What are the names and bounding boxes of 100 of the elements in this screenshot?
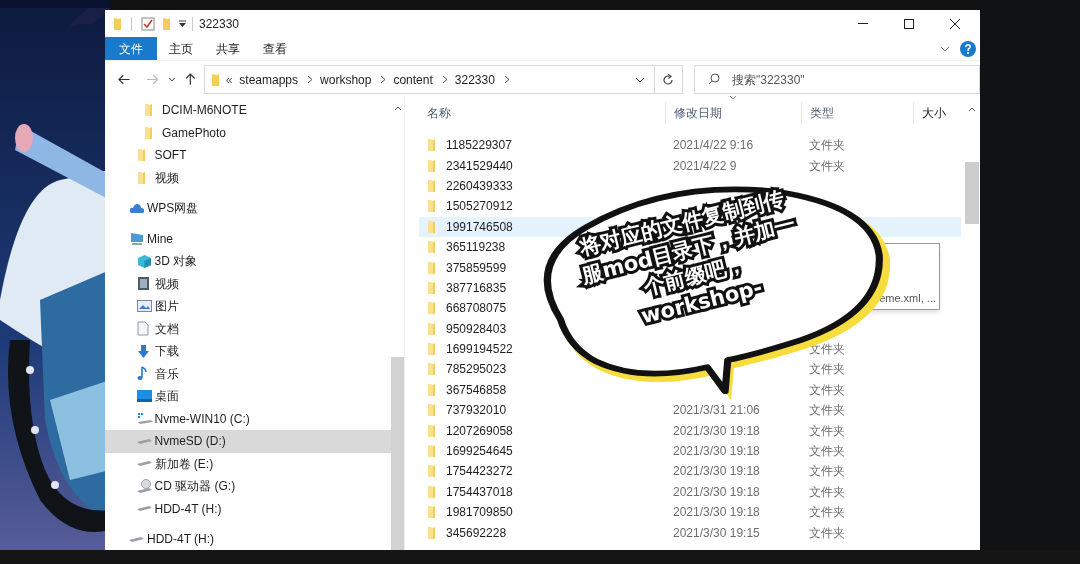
file-name[interactable]: 1505270912 bbox=[446, 197, 513, 216]
nav-label: 3D 对象 bbox=[154, 253, 198, 271]
file-name[interactable]: 737932010 bbox=[446, 401, 507, 420]
modified-date: 2021/4/22 9:16 bbox=[673, 138, 754, 153]
nav-item[interactable]: DCIM-M6NOTE bbox=[105, 99, 391, 122]
ribbon-tab[interactable]: 查看 bbox=[251, 37, 298, 60]
file-name[interactable]: 365119238 bbox=[446, 238, 506, 257]
file-name[interactable]: 375859599 bbox=[446, 258, 507, 277]
file-name[interactable]: 2341529440 bbox=[446, 156, 513, 175]
file-name[interactable]: 1185229307 bbox=[446, 136, 512, 155]
column-header[interactable]: 修改日期 bbox=[674, 104, 722, 122]
folder-icon bbox=[427, 240, 436, 255]
file-type: 文件夹 bbox=[809, 403, 845, 418]
nav-item[interactable]: 文档 bbox=[105, 317, 391, 340]
nav-item[interactable]: 桌面 bbox=[105, 385, 391, 408]
nav-item[interactable]: 视频 bbox=[105, 272, 391, 295]
breadcrumb[interactable]: steamapps bbox=[239, 70, 299, 89]
maximize-icon bbox=[904, 18, 914, 29]
ribbon-tab[interactable]: 文件 bbox=[105, 37, 157, 60]
nav-item[interactable]: Mine bbox=[105, 227, 391, 250]
nav-label: CD 驱动器 (G:) bbox=[154, 478, 236, 496]
scrollbar-thumb[interactable] bbox=[965, 162, 979, 224]
ribbon-tab[interactable]: 共享 bbox=[204, 37, 251, 60]
cloud-icon bbox=[129, 202, 145, 214]
breadcrumb[interactable]: 322330 bbox=[454, 70, 495, 89]
folder-icon bbox=[427, 464, 436, 479]
file-type: 文件夹 bbox=[809, 158, 845, 173]
help-icon[interactable] bbox=[960, 40, 976, 57]
nav-item[interactable]: WPS网盘 bbox=[105, 197, 391, 220]
nav-item[interactable]: 音乐 bbox=[105, 362, 391, 385]
file-name[interactable]: 387716835 bbox=[446, 278, 507, 297]
file-name[interactable]: 367546858 bbox=[446, 380, 507, 399]
column-header[interactable]: 大小 bbox=[922, 104, 946, 122]
nav-item[interactable]: Nvme-WIN10 (C:) bbox=[105, 407, 391, 430]
back-arrow-icon[interactable] bbox=[118, 74, 131, 85]
file-name[interactable]: 785295023 bbox=[446, 360, 507, 379]
file-name[interactable]: 1207269058 bbox=[446, 421, 513, 440]
file-name[interactable]: 1754437018 bbox=[446, 482, 513, 501]
file-type: 文件夹 bbox=[809, 342, 845, 357]
nav-label: 视频 bbox=[154, 169, 179, 187]
breadcrumb[interactable]: workshop bbox=[320, 70, 372, 89]
chevron-right-icon bbox=[441, 75, 448, 84]
nav-item[interactable]: CD 驱动器 (G:) bbox=[105, 475, 391, 498]
up-arrow-icon[interactable] bbox=[185, 73, 196, 86]
ribbon-tab[interactable]: 主页 bbox=[157, 37, 204, 60]
file-name[interactable]: 1981709850 bbox=[446, 503, 513, 522]
address-bar[interactable]: « steamapps workshop content 322330 bbox=[203, 65, 655, 94]
nav-item[interactable]: 图片 bbox=[105, 295, 391, 318]
refresh-button[interactable] bbox=[654, 65, 683, 94]
tooltip-text: eme.xml, ... bbox=[879, 290, 936, 306]
file-type: 文件夹 bbox=[809, 505, 845, 520]
file-name[interactable]: 668708075 bbox=[446, 299, 507, 318]
nav-item[interactable]: 视频 bbox=[105, 166, 391, 189]
chevron-up-icon[interactable] bbox=[393, 106, 402, 111]
file-name[interactable]: 2260439333 bbox=[446, 176, 513, 195]
breadcrumb[interactable]: content bbox=[393, 70, 433, 89]
column-header[interactable]: 类型 bbox=[810, 104, 834, 122]
file-name[interactable]: 1991746508 bbox=[446, 217, 513, 236]
nav-label: SOFT bbox=[154, 147, 187, 165]
nav-item[interactable]: SOFT bbox=[105, 144, 391, 167]
dropdown-arrow-icon[interactable] bbox=[179, 19, 186, 28]
file-name[interactable]: 1699254645 bbox=[446, 442, 513, 461]
folder-icon bbox=[144, 103, 153, 118]
nav-item[interactable]: 下载 bbox=[105, 340, 391, 363]
search-field[interactable]: 搜索"322330" bbox=[694, 65, 980, 94]
nav-label: Mine bbox=[147, 230, 173, 248]
modified-date: 2021/3/30 19:18 bbox=[673, 484, 760, 499]
drive-icon bbox=[136, 412, 154, 426]
folder-icon bbox=[427, 280, 436, 295]
nav-item[interactable]: 3D 对象 bbox=[105, 250, 391, 273]
chevron-down-icon[interactable] bbox=[634, 76, 645, 83]
chevron-down-icon[interactable] bbox=[168, 77, 176, 82]
refresh-icon bbox=[662, 73, 675, 86]
picture-icon bbox=[136, 300, 152, 313]
nav-item[interactable]: HDD-4T (H:) bbox=[105, 497, 391, 520]
music-note-icon bbox=[136, 366, 148, 382]
column-header[interactable]: 名称 bbox=[427, 104, 451, 122]
folder-icon bbox=[427, 342, 436, 357]
file-name[interactable]: 950928403 bbox=[446, 319, 507, 338]
nav-item[interactable]: 新加卷 (E:) bbox=[105, 452, 391, 475]
file-name[interactable]: 1754423272 bbox=[446, 462, 513, 481]
folder-icon bbox=[427, 260, 436, 275]
folder-icon bbox=[427, 423, 436, 438]
nav-label: DCIM-M6NOTE bbox=[162, 102, 247, 120]
chevron-up-icon[interactable] bbox=[968, 107, 976, 112]
folder-icon bbox=[136, 170, 146, 185]
nav-item[interactable]: HDD-4T (H:) bbox=[105, 528, 391, 550]
checkbox-icon[interactable] bbox=[141, 16, 155, 31]
nav-label: GamePhoto bbox=[162, 124, 227, 142]
nav-label: 视频 bbox=[154, 275, 179, 293]
file-name[interactable]: 1699194522 bbox=[446, 340, 513, 359]
scrollbar-thumb[interactable] bbox=[391, 357, 404, 550]
chevron-right-icon bbox=[307, 75, 314, 84]
file-type: 文件夹 bbox=[809, 382, 845, 397]
folder-icon bbox=[427, 362, 436, 377]
overflow-marker[interactable]: « bbox=[225, 70, 233, 89]
file-name[interactable]: 345692228 bbox=[446, 523, 507, 542]
drive-icon bbox=[136, 437, 153, 445]
nav-item[interactable]: GamePhoto bbox=[105, 121, 391, 144]
nav-item[interactable]: NvmeSD (D:) bbox=[105, 430, 391, 453]
